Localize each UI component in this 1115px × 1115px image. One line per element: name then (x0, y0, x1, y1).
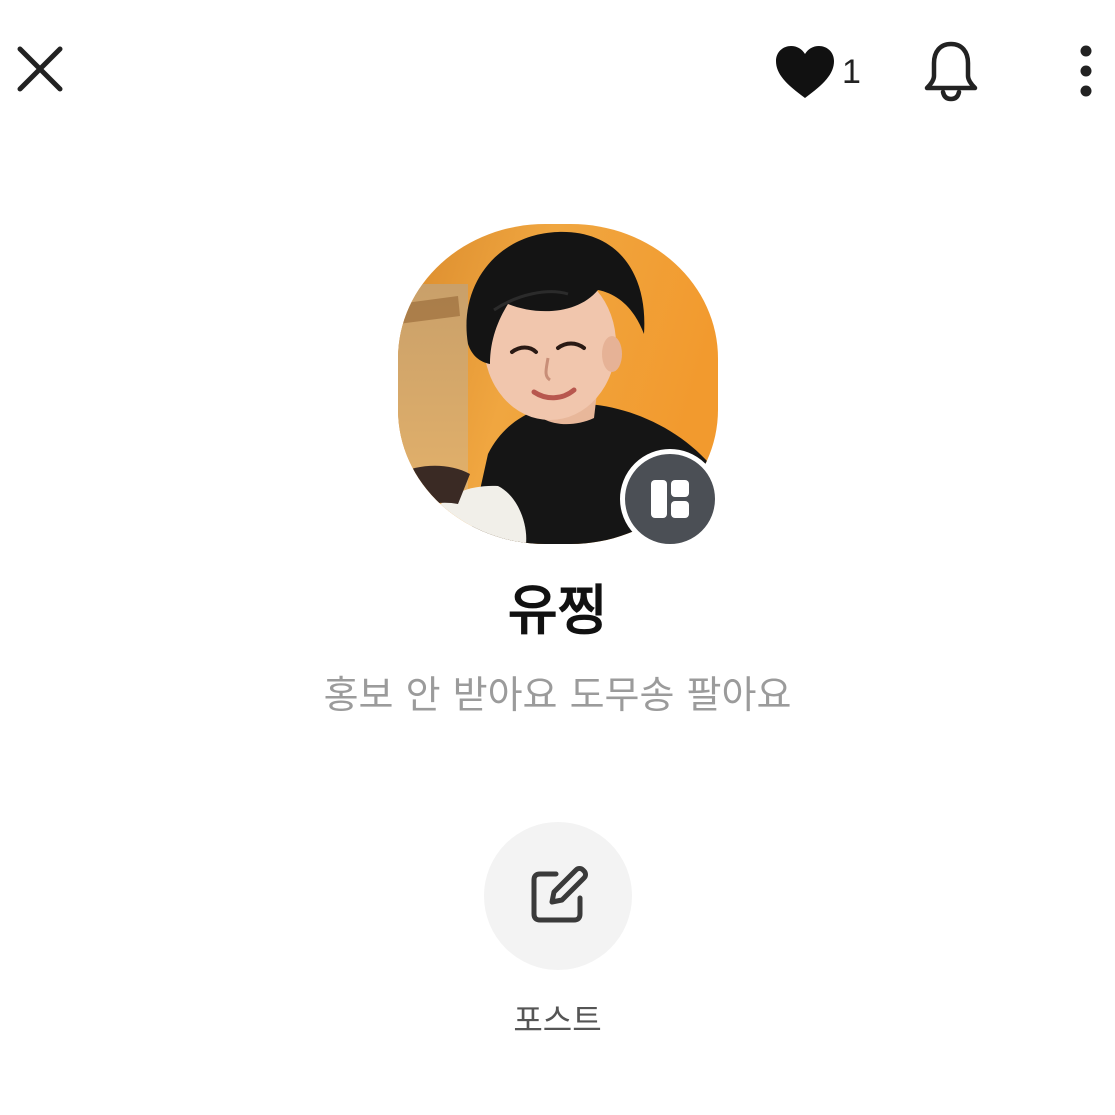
like-count: 1 (842, 53, 861, 91)
more-options-button[interactable] (1062, 38, 1110, 104)
edit-icon (531, 866, 588, 923)
profile-bio: 홍보 안 받아요 도무송 팔아요 (323, 673, 792, 717)
profile-type-badge[interactable] (620, 449, 720, 549)
more-vertical-icon (1080, 45, 1092, 97)
notification-button[interactable] (918, 38, 984, 104)
profile-type-icon (651, 480, 689, 518)
post-label: 포스트 (513, 1001, 602, 1039)
profile-name: 유찡 (507, 579, 608, 642)
close-icon (17, 46, 63, 92)
like-button[interactable]: 1 (774, 40, 861, 104)
post-button[interactable] (484, 822, 632, 970)
bell-icon (924, 41, 978, 102)
close-button[interactable] (8, 37, 72, 101)
heart-icon (776, 46, 834, 98)
